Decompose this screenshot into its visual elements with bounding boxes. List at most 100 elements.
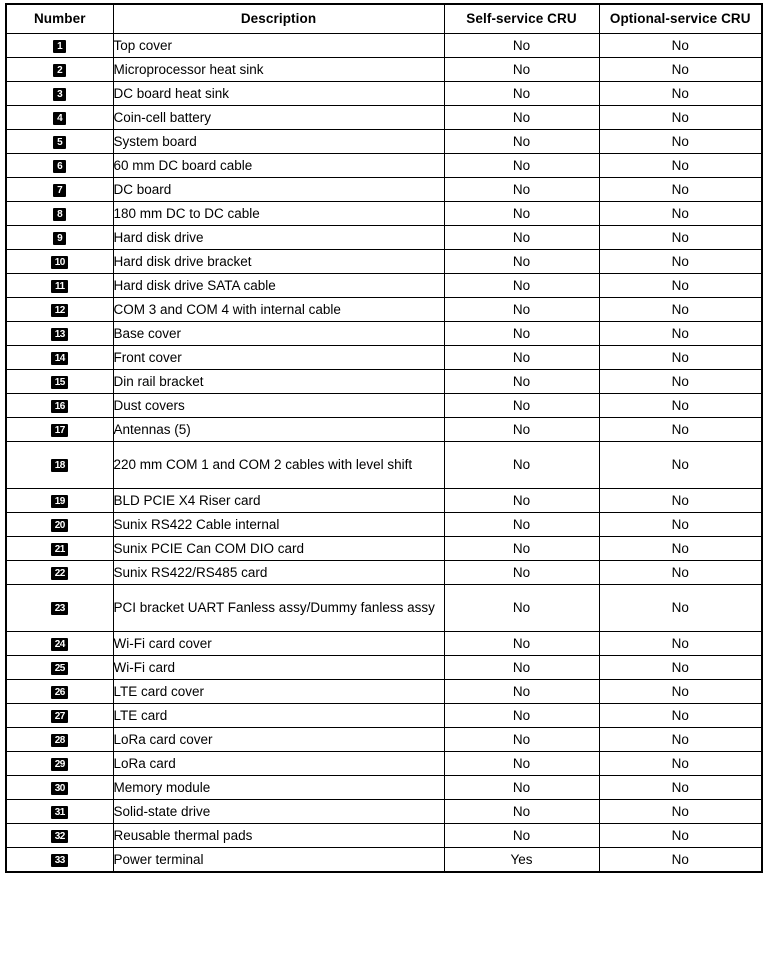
cell-description: LTE card [112,703,445,728]
cell-self-service-cru: No [443,488,600,513]
cell-optional-service-cru: No [598,703,763,728]
table-row: 20 Sunix RS422 Cable internal No No [5,512,763,537]
table-header: Number Description Self-service CRU Opti… [5,3,763,34]
cell-optional-service-cru: No [598,584,763,632]
cell-self-service-cru: No [443,775,600,800]
cell-number: 6 [5,153,114,178]
cell-self-service-cru: No [443,177,600,202]
cell-number: 1 [5,33,114,58]
cell-description: PCI bracket UART Fanless assy/Dummy fanl… [112,584,445,632]
cell-description: Base cover [112,321,445,346]
table-row: 9 Hard disk drive No No [5,225,763,250]
callout-number-badge: 5 [53,135,67,149]
table-header-row: Number Description Self-service CRU Opti… [5,3,763,34]
cell-optional-service-cru: No [598,369,763,394]
cell-description: Dust covers [112,393,445,418]
table-row: 3 DC board heat sink No No [5,81,763,106]
cell-optional-service-cru: No [598,105,763,130]
table-body: 1 Top cover No No 2 Microprocessor heat sink N… [5,33,763,873]
table-row: 13 Base cover No No [5,321,763,346]
cell-optional-service-cru: No [598,751,763,776]
cell-self-service-cru: No [443,631,600,656]
table-row: 27 LTE card No No [5,703,763,728]
cell-number: 8 [5,201,114,226]
table-row: 28 LoRa card cover No No [5,727,763,752]
cell-number: 15 [5,369,114,394]
cell-number: 20 [5,512,114,537]
callout-number-badge: 7 [53,183,67,197]
cell-number: 3 [5,81,114,106]
table-row: 8 180 mm DC to DC cable No No [5,201,763,226]
callout-number-badge: 9 [53,231,67,245]
cell-number: 17 [5,417,114,442]
cell-optional-service-cru: No [598,297,763,322]
cell-description: 180 mm DC to DC cable [112,201,445,226]
callout-number-badge: 19 [51,494,69,508]
column-header-description: Description [112,3,445,34]
cell-optional-service-cru: No [598,345,763,370]
cell-self-service-cru: No [443,751,600,776]
table-row: 25 Wi-Fi card No No [5,655,763,680]
cell-optional-service-cru: No [598,81,763,106]
callout-number-badge: 12 [51,303,69,317]
callout-number-badge: 2 [53,63,67,77]
callout-number-badge: 20 [51,518,69,532]
table-row: 1 Top cover No No [5,33,763,58]
callout-number-badge: 30 [51,781,69,795]
cell-number: 19 [5,488,114,513]
cell-description: DC board [112,177,445,202]
cell-self-service-cru: No [443,655,600,680]
cell-self-service-cru: No [443,129,600,154]
callout-number-badge: 25 [51,661,69,675]
cell-self-service-cru: No [443,321,600,346]
callout-number-badge: 22 [51,566,69,580]
cell-optional-service-cru: No [598,823,763,848]
cell-description: Memory module [112,775,445,800]
cell-optional-service-cru: No [598,775,763,800]
cell-description: LoRa card cover [112,727,445,752]
table-row: 15 Din rail bracket No No [5,369,763,394]
table-row: 21 Sunix PCIE Can COM DIO card No No [5,536,763,561]
document-page: Number Description Self-service CRU Opti… [0,0,767,967]
cell-description: Sunix RS422/RS485 card [112,560,445,585]
cell-number: 21 [5,536,114,561]
table-row: 19 BLD PCIE X4 Riser card No No [5,488,763,513]
table-row: 4 Coin-cell battery No No [5,105,763,130]
cell-self-service-cru: No [443,105,600,130]
callout-number-badge: 13 [51,327,69,341]
cell-number: 33 [5,847,114,873]
cell-number: 9 [5,225,114,250]
cell-number: 12 [5,297,114,322]
cell-optional-service-cru: No [598,679,763,704]
cell-description: Sunix PCIE Can COM DIO card [112,536,445,561]
table-row: 10 Hard disk drive bracket No No [5,249,763,274]
cell-number: 29 [5,751,114,776]
cell-description: System board [112,129,445,154]
cell-description: Power terminal [112,847,445,873]
cell-self-service-cru: No [443,225,600,250]
cell-optional-service-cru: No [598,441,763,489]
cell-self-service-cru: No [443,584,600,632]
cell-description: Front cover [112,345,445,370]
cell-optional-service-cru: No [598,536,763,561]
cell-optional-service-cru: No [598,57,763,82]
cell-number: 2 [5,57,114,82]
callout-number-badge: 3 [53,87,67,101]
cell-self-service-cru: No [443,679,600,704]
callout-number-badge: 24 [51,637,69,651]
cell-optional-service-cru: No [598,177,763,202]
cell-number: 26 [5,679,114,704]
cell-self-service-cru: No [443,153,600,178]
cell-self-service-cru: No [443,799,600,824]
callout-number-badge: 27 [51,709,69,723]
cell-description: COM 3 and COM 4 with internal cable [112,297,445,322]
column-header-self-service-cru: Self-service CRU [443,3,600,34]
cell-optional-service-cru: No [598,249,763,274]
callout-number-badge: 28 [51,733,69,747]
cell-optional-service-cru: No [598,488,763,513]
cell-number: 24 [5,631,114,656]
cell-self-service-cru: No [443,297,600,322]
cell-number: 22 [5,560,114,585]
cell-self-service-cru: No [443,512,600,537]
cell-number: 7 [5,177,114,202]
